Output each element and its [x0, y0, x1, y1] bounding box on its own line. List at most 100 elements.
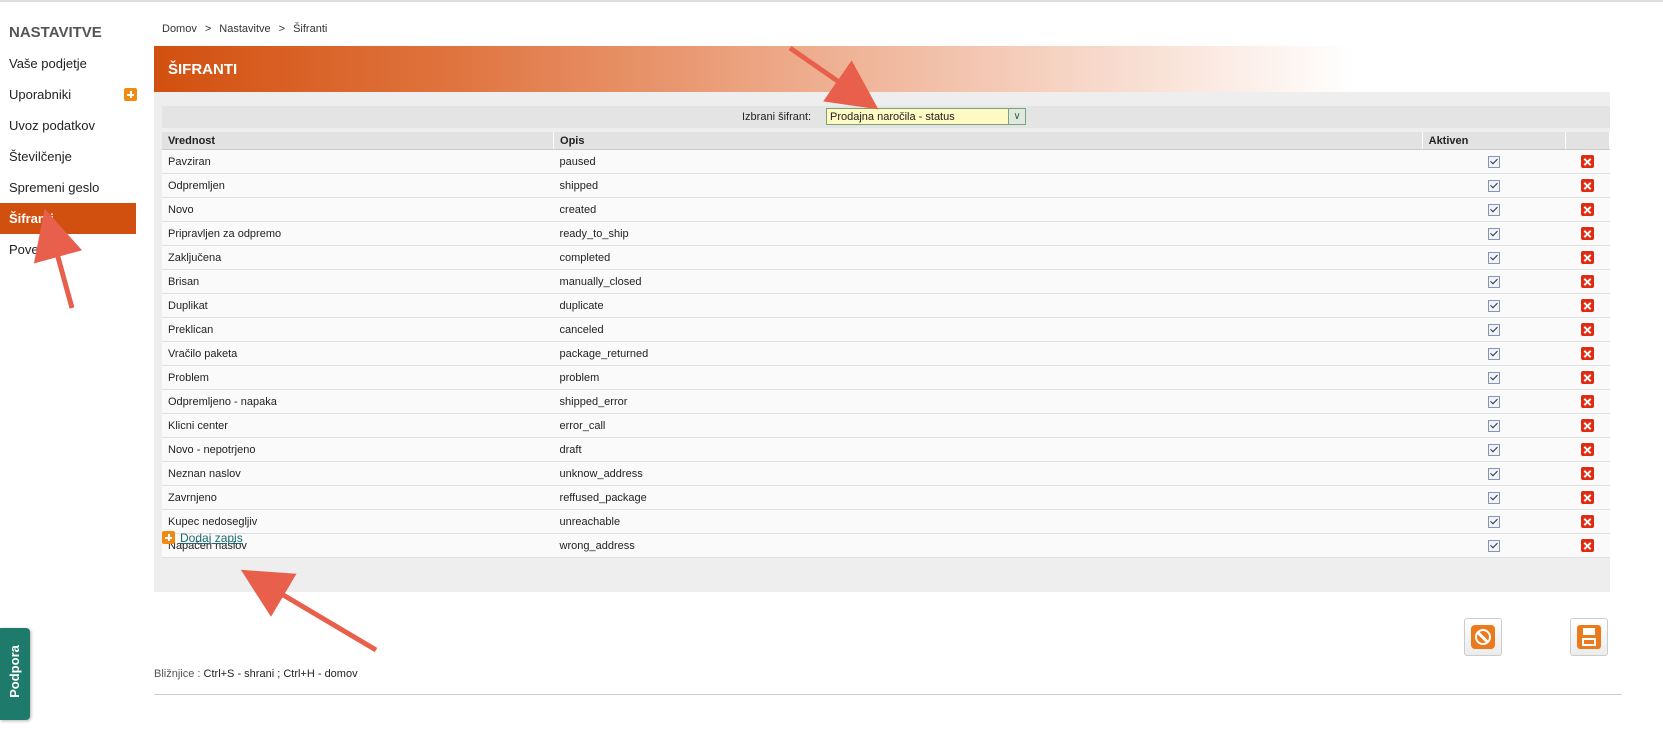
table-row[interactable]: Zaključena completed — [162, 245, 1610, 270]
active-checkbox[interactable] — [1487, 203, 1500, 216]
breadcrumb-settings[interactable]: Nastavitve — [219, 23, 270, 35]
cell-description[interactable]: error_call — [553, 413, 1423, 438]
table-row[interactable]: Napačen naslov wrong_address — [162, 533, 1610, 558]
table-row[interactable]: Kupec nedosegljiv unreachable — [162, 509, 1610, 534]
table-row[interactable]: Problem problem — [162, 365, 1610, 390]
table-row[interactable]: Vračilo paketa package_returned — [162, 341, 1610, 366]
delete-icon[interactable] — [1581, 347, 1595, 360]
table-row[interactable]: Duplikat duplicate — [162, 293, 1610, 318]
cell-value[interactable]: Brisan — [162, 269, 554, 294]
add-record-link[interactable]: Dodaj zapis — [180, 531, 243, 545]
table-row[interactable]: Brisan manually_closed — [162, 269, 1610, 294]
cell-value[interactable]: Pripravljen za odpremo — [162, 221, 554, 246]
active-checkbox[interactable] — [1487, 155, 1500, 168]
cell-value[interactable]: Klicni center — [162, 413, 554, 438]
sidebar-item-numbering[interactable]: Številčenje — [0, 141, 136, 172]
cell-value[interactable]: Pavziran — [162, 149, 554, 174]
column-header-description[interactable]: Opis — [553, 132, 1423, 150]
cell-description[interactable]: completed — [553, 245, 1423, 270]
active-checkbox[interactable] — [1487, 347, 1500, 360]
sidebar-item-company[interactable]: Vaše podjetje — [0, 48, 136, 79]
cell-description[interactable]: package_returned — [553, 341, 1423, 366]
breadcrumb-home[interactable]: Domov — [162, 23, 197, 35]
active-checkbox[interactable] — [1487, 299, 1500, 312]
table-row[interactable]: Preklican canceled — [162, 317, 1610, 342]
column-header-active[interactable]: Aktiven — [1422, 132, 1567, 150]
sidebar-item-connections[interactable]: Povezave — [0, 234, 136, 265]
cell-value[interactable]: Novo - nepotrjeno — [162, 437, 554, 462]
cell-description[interactable]: unknow_address — [553, 461, 1423, 486]
cell-description[interactable]: duplicate — [553, 293, 1423, 318]
cell-value[interactable]: Zaključena — [162, 245, 554, 270]
cell-description[interactable]: paused — [553, 149, 1423, 174]
delete-icon[interactable] — [1581, 515, 1595, 528]
table-row[interactable]: Klicni center error_call — [162, 413, 1610, 438]
sidebar-item-change-password[interactable]: Spremeni geslo — [0, 172, 136, 203]
cell-value[interactable]: Duplikat — [162, 293, 554, 318]
delete-icon[interactable] — [1581, 491, 1595, 504]
cell-value[interactable]: Preklican — [162, 317, 554, 342]
table-row[interactable]: Novo created — [162, 197, 1610, 222]
sidebar-item-users[interactable]: Uporabniki — [0, 79, 137, 110]
cell-description[interactable]: ready_to_ship — [553, 221, 1423, 246]
cell-value[interactable]: Novo — [162, 197, 554, 222]
delete-icon[interactable] — [1581, 179, 1595, 192]
save-button[interactable] — [1570, 618, 1608, 656]
codebook-select[interactable]: Prodajna naročila - status ∨ — [826, 108, 1026, 125]
active-checkbox[interactable] — [1487, 539, 1500, 552]
delete-icon[interactable] — [1581, 395, 1595, 408]
cell-description[interactable]: shipped — [553, 173, 1423, 198]
cell-value[interactable]: Zavrnjeno — [162, 485, 554, 510]
active-checkbox[interactable] — [1487, 371, 1500, 384]
delete-icon[interactable] — [1581, 419, 1595, 432]
active-checkbox[interactable] — [1487, 179, 1500, 192]
sidebar-item-codebooks[interactable]: Šifranti — [0, 203, 136, 234]
cell-value[interactable]: Odpremljeno - napaka — [162, 389, 554, 414]
cell-value[interactable]: Problem — [162, 365, 554, 390]
cell-value[interactable]: Odpremljen — [162, 173, 554, 198]
active-checkbox[interactable] — [1487, 395, 1500, 408]
cell-description[interactable]: reffused_package — [553, 485, 1423, 510]
delete-icon[interactable] — [1581, 227, 1595, 240]
table-row[interactable]: Odpremljeno - napaka shipped_error — [162, 389, 1610, 414]
active-checkbox[interactable] — [1487, 491, 1500, 504]
cell-description[interactable]: canceled — [553, 317, 1423, 342]
delete-icon[interactable] — [1581, 275, 1595, 288]
cell-value[interactable]: Neznan naslov — [162, 461, 554, 486]
cell-description[interactable]: created — [553, 197, 1423, 222]
table-row[interactable]: Odpremljen shipped — [162, 173, 1610, 198]
table-row[interactable]: Novo - nepotrjeno draft — [162, 437, 1610, 462]
delete-icon[interactable] — [1581, 443, 1595, 456]
delete-icon[interactable] — [1581, 371, 1595, 384]
delete-icon[interactable] — [1581, 539, 1595, 552]
delete-icon[interactable] — [1581, 467, 1595, 480]
cell-description[interactable]: draft — [553, 437, 1423, 462]
delete-icon[interactable] — [1581, 323, 1595, 336]
plus-icon[interactable] — [162, 531, 175, 545]
cell-description[interactable]: problem — [553, 365, 1423, 390]
cell-description[interactable]: manually_closed — [553, 269, 1423, 294]
active-checkbox[interactable] — [1487, 275, 1500, 288]
cell-description[interactable]: shipped_error — [553, 389, 1423, 414]
delete-icon[interactable] — [1581, 299, 1595, 312]
add-user-plus-icon[interactable] — [124, 88, 137, 101]
column-header-value[interactable]: Vrednost — [162, 132, 555, 150]
cancel-button[interactable] — [1464, 618, 1502, 656]
table-row[interactable]: Neznan naslov unknow_address — [162, 461, 1610, 486]
cell-value[interactable]: Vračilo paketa — [162, 341, 554, 366]
delete-icon[interactable] — [1581, 203, 1595, 216]
delete-icon[interactable] — [1581, 251, 1595, 264]
sidebar-item-import[interactable]: Uvoz podatkov — [0, 110, 136, 141]
table-row[interactable]: Zavrnjeno reffused_package — [162, 485, 1610, 510]
active-checkbox[interactable] — [1487, 467, 1500, 480]
active-checkbox[interactable] — [1487, 443, 1500, 456]
active-checkbox[interactable] — [1487, 323, 1500, 336]
active-checkbox[interactable] — [1487, 515, 1500, 528]
active-checkbox[interactable] — [1487, 227, 1500, 240]
cell-description[interactable]: unreachable — [553, 509, 1423, 534]
table-row[interactable]: Pripravljen za odpremo ready_to_ship — [162, 221, 1610, 246]
active-checkbox[interactable] — [1487, 419, 1500, 432]
support-tab[interactable]: Podpora — [0, 628, 30, 720]
active-checkbox[interactable] — [1487, 251, 1500, 264]
delete-icon[interactable] — [1581, 155, 1595, 168]
